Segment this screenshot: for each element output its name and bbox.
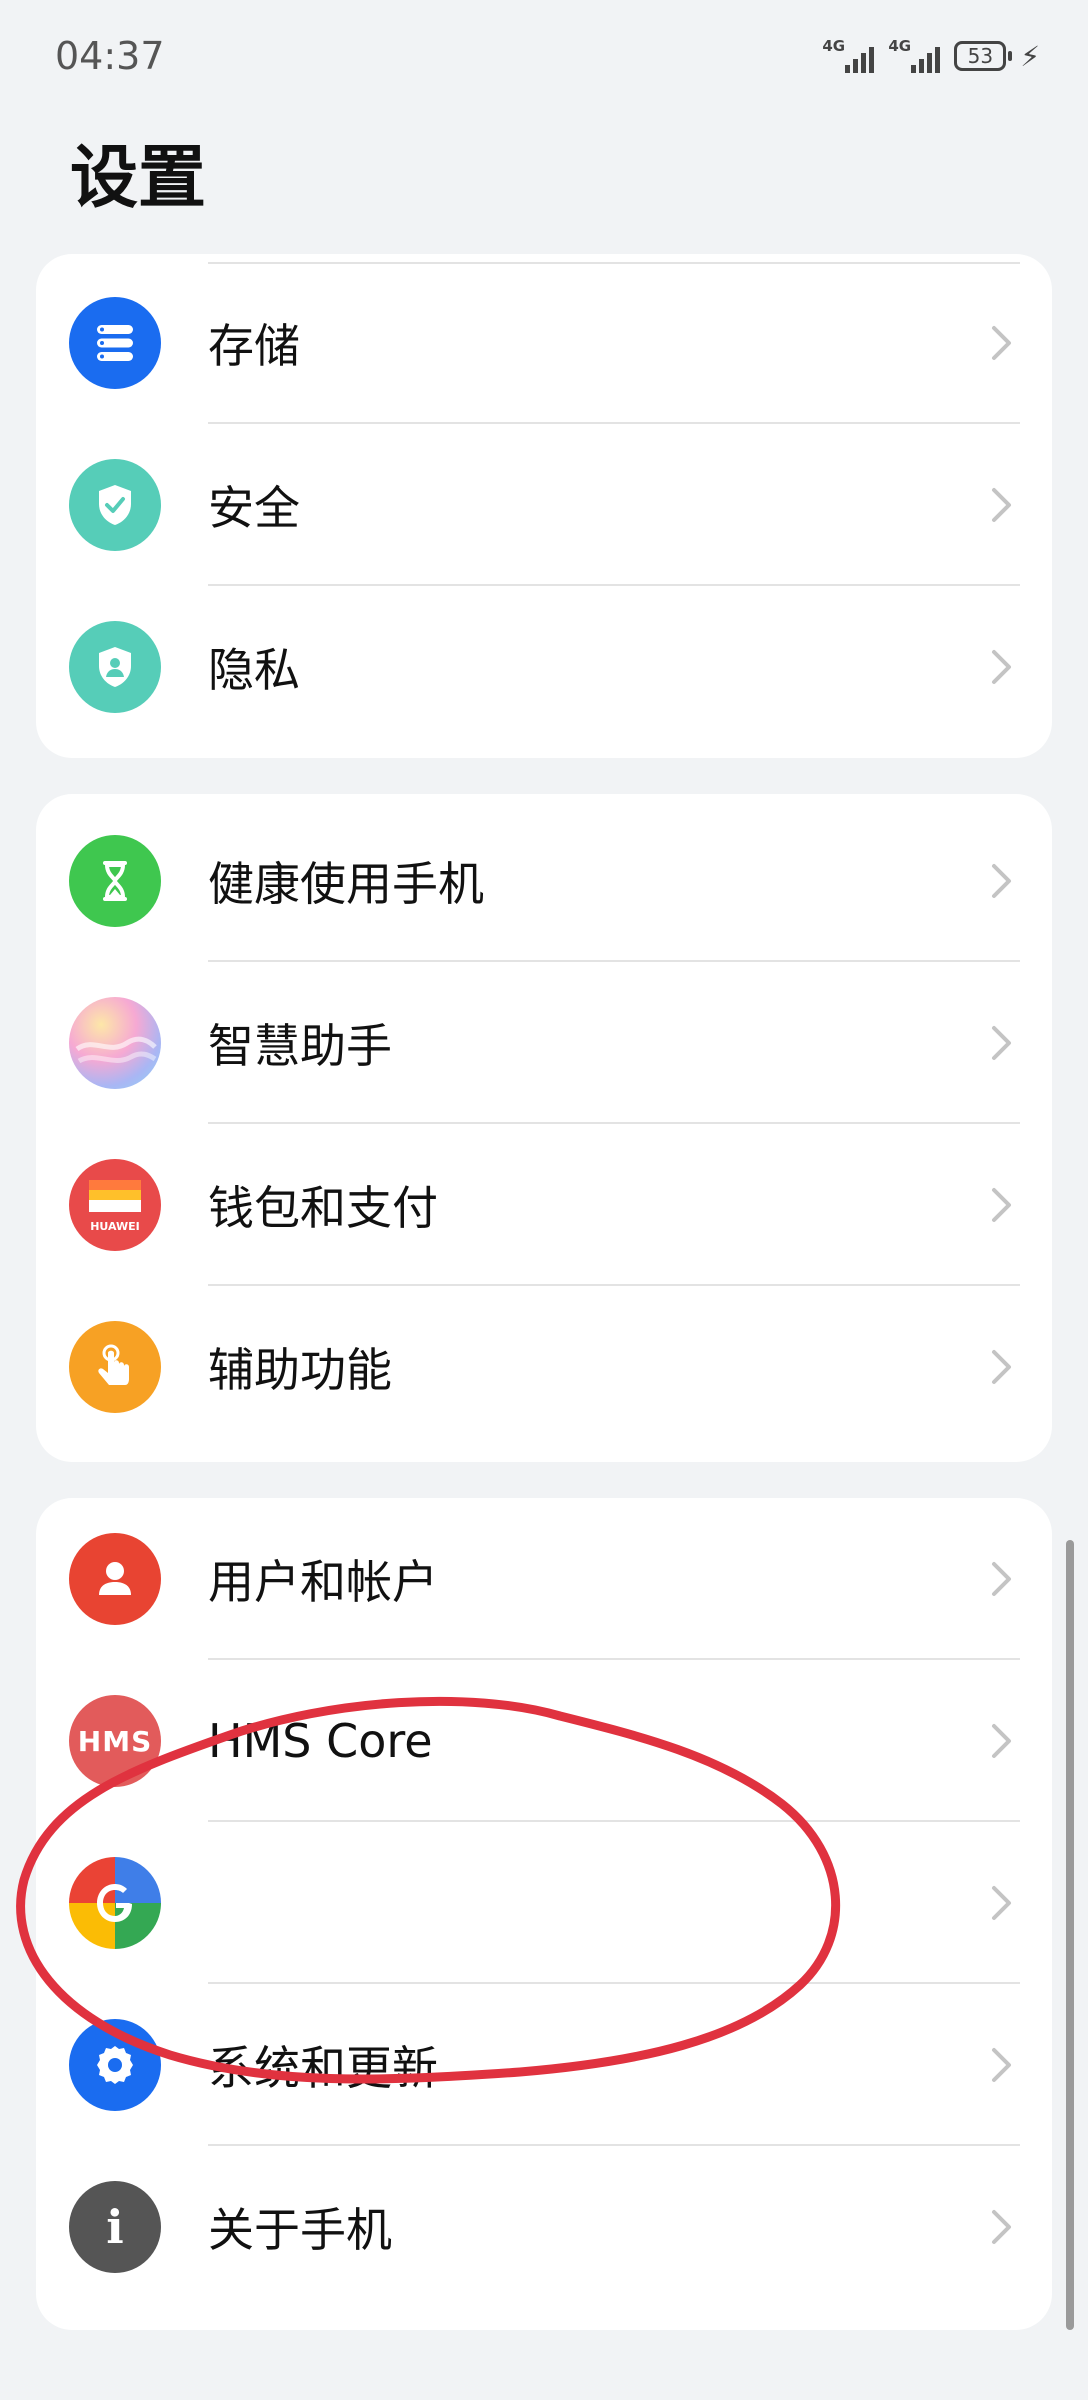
chevron-right-icon	[992, 1350, 1011, 1384]
status-indicators: 4G 4G 53 ⚡	[822, 36, 1040, 76]
battery-icon: 53	[954, 41, 1013, 71]
info-icon: i	[69, 2181, 161, 2273]
hms-core-icon: HMS	[69, 1695, 161, 1787]
info-icon-glyph: i	[106, 2200, 124, 2254]
wallet-brand-text: HUAWEI	[90, 1219, 140, 1233]
storage-icon	[69, 297, 161, 389]
status-time: 04:37	[55, 34, 165, 78]
settings-item-wallet[interactable]: HUAWEI 钱包和支付	[36, 1124, 1052, 1286]
wallet-icon: HUAWEI	[69, 1159, 161, 1251]
chevron-right-icon	[992, 1026, 1011, 1060]
chevron-right-icon	[992, 326, 1011, 360]
network-type-1: 4G	[822, 37, 846, 55]
settings-group-3: 用户和帐户 HMS HMS Core 系统和更新 i 关于手机	[36, 1498, 1052, 2330]
hourglass-icon	[69, 835, 161, 927]
google-icon	[69, 1857, 161, 1949]
privacy-icon	[69, 621, 161, 713]
settings-group-1: 存储 安全 隐私	[36, 254, 1052, 758]
gear-icon	[69, 2019, 161, 2111]
security-shield-icon	[69, 459, 161, 551]
settings-group-2: 健康使用手机 智慧助手 HUAWEI 钱包和支付 辅助功能	[36, 794, 1052, 1462]
chevron-right-icon	[992, 1886, 1011, 1920]
settings-item-label: 安全	[208, 481, 300, 535]
status-bar: 04:37 4G 4G 53 ⚡	[0, 0, 1088, 110]
settings-item-privacy[interactable]: 隐私	[36, 586, 1052, 748]
settings-item-security[interactable]: 安全	[36, 424, 1052, 586]
chevron-right-icon	[992, 1724, 1011, 1758]
signal-icon-1: 4G	[822, 37, 875, 75]
settings-item-digital-balance[interactable]: 健康使用手机	[36, 800, 1052, 962]
settings-item-label: 钱包和支付	[208, 1181, 438, 1235]
settings-item-label: HMS Core	[208, 1714, 433, 1768]
scrollbar[interactable]	[1066, 1540, 1074, 2330]
page-title: 设置	[70, 139, 207, 218]
settings-item-smart-assistant[interactable]: 智慧助手	[36, 962, 1052, 1124]
chevron-right-icon	[992, 488, 1011, 522]
network-type-2: 4G	[888, 37, 912, 55]
settings-item-label: 用户和帐户	[208, 1555, 438, 1609]
smart-assistant-icon	[69, 997, 161, 1089]
settings-item-label: 关于手机	[208, 2203, 392, 2257]
hms-icon-text: HMS	[77, 1724, 153, 1758]
settings-item-storage[interactable]: 存储	[36, 262, 1052, 424]
settings-item-about-phone[interactable]: i 关于手机	[36, 2146, 1052, 2308]
chevron-right-icon	[992, 2048, 1011, 2082]
battery-level: 53	[967, 44, 994, 68]
settings-item-label: 健康使用手机	[208, 857, 484, 911]
settings-item-system-update[interactable]: 系统和更新	[36, 1984, 1052, 2146]
chevron-right-icon	[992, 864, 1011, 898]
chevron-right-icon	[992, 650, 1011, 684]
settings-item-label: 辅助功能	[208, 1343, 392, 1397]
settings-item-label: 存储	[208, 319, 300, 373]
settings-item-accessibility[interactable]: 辅助功能	[36, 1286, 1052, 1448]
settings-item-label: 隐私	[208, 643, 300, 697]
settings-item-hms-core[interactable]: HMS HMS Core	[36, 1660, 1052, 1822]
signal-icon-2: 4G	[888, 37, 941, 75]
user-icon	[69, 1533, 161, 1625]
charging-icon: ⚡	[1020, 39, 1040, 73]
chevron-right-icon	[992, 1188, 1011, 1222]
settings-item-label: 系统和更新	[208, 2041, 438, 2095]
settings-item-label: 智慧助手	[208, 1019, 392, 1073]
settings-item-users-accounts[interactable]: 用户和帐户	[36, 1498, 1052, 1660]
chevron-right-icon	[992, 1562, 1011, 1596]
settings-item-google[interactable]	[36, 1822, 1052, 1984]
accessibility-hand-icon	[69, 1321, 161, 1413]
chevron-right-icon	[992, 2210, 1011, 2244]
